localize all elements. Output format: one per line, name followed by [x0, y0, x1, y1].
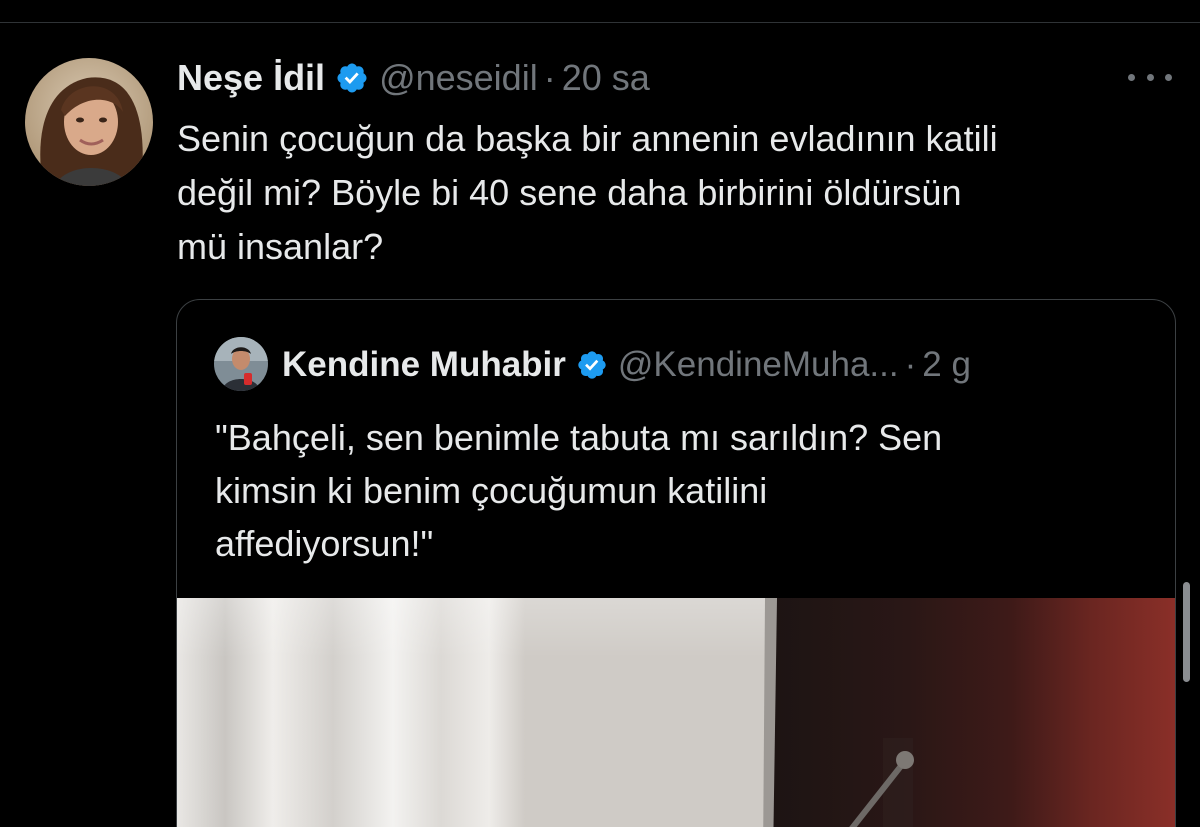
- separator: ·: [543, 57, 556, 98]
- tweet-text-line: mü insanlar?: [177, 226, 384, 267]
- scrollbar[interactable]: [1183, 582, 1190, 682]
- avatar-photo: [25, 58, 153, 186]
- quoted-text-line: "Bahçeli, sen benimle tabuta mı sarıldın…: [215, 417, 943, 458]
- dot: [1146, 73, 1154, 81]
- quoted-text-line: kimsin ki benim çocuğumun katilini: [215, 470, 768, 511]
- quoted-author-name[interactable]: Kendine Muhabir: [282, 345, 566, 385]
- tweet-header: Neşe İdil @neseidil · 20 sa: [177, 53, 650, 103]
- verified-badge-icon: [335, 61, 369, 95]
- verified-badge-icon: [576, 349, 608, 381]
- quoted-author-avatar[interactable]: [214, 337, 268, 391]
- dot: [1128, 73, 1135, 81]
- author-avatar[interactable]: [25, 58, 153, 186]
- more-options-icon[interactable]: [1128, 64, 1172, 90]
- timeline: Neşe İdil @neseidil · 20 sa Senin çocuğu…: [0, 0, 1200, 827]
- tweet-text: Senin çocuğun da başka bir annenin evlad…: [177, 112, 1177, 274]
- tweet-text-line: Senin çocuğun da başka bir annenin evlad…: [177, 118, 998, 159]
- quoted-tweet-header: Kendine Muhabir @KendineMuha... · 2 g: [282, 342, 971, 388]
- quoted-tweet[interactable]: Kendine Muhabir @KendineMuha... · 2 g "B…: [176, 299, 1176, 827]
- quoted-text-line: affediyorsun!": [215, 523, 434, 564]
- quoted-author-handle[interactable]: @KendineMuha...: [618, 345, 899, 385]
- author-handle[interactable]: @neseidil: [379, 57, 538, 99]
- tweet-time[interactable]: 20 sa: [562, 57, 650, 99]
- quoted-tweet-text: "Bahçeli, sen benimle tabuta mı sarıldın…: [215, 411, 1155, 570]
- quoted-avatar-photo: [214, 337, 268, 391]
- tweet-text-line: değil mi? Böyle bi 40 sene daha birbirin…: [177, 172, 962, 213]
- video-thumbnail[interactable]: [177, 598, 1175, 827]
- author-name[interactable]: Neşe İdil: [177, 57, 325, 99]
- quoted-tweet-time[interactable]: 2 g: [922, 345, 971, 385]
- divider: [0, 22, 1200, 23]
- separator: ·: [904, 345, 917, 384]
- dot: [1165, 73, 1172, 81]
- video-frame: [177, 598, 1175, 827]
